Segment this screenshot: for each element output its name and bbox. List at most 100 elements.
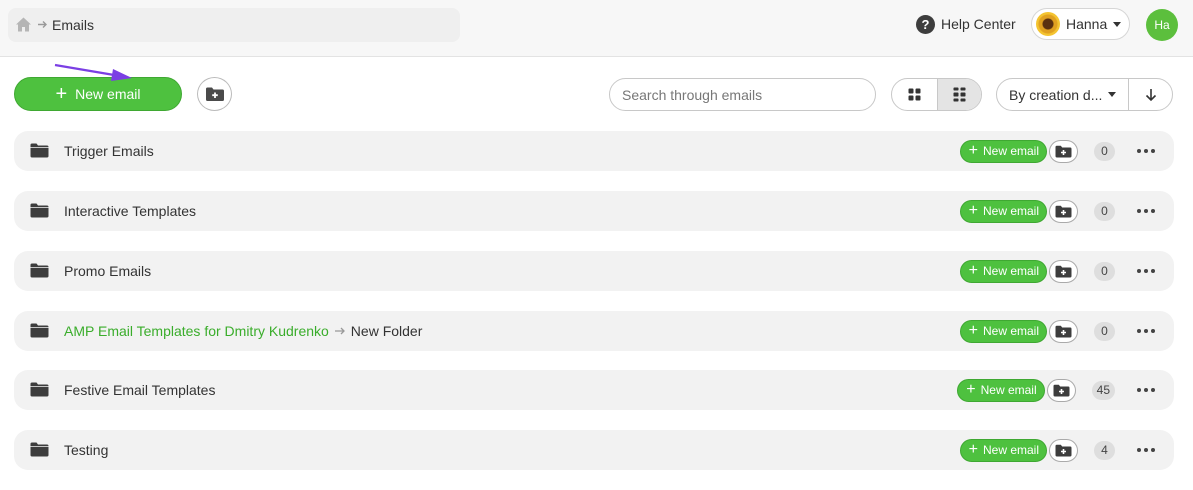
folder-new-email-label: New email [980, 383, 1037, 397]
email-count-badge: 0 [1094, 261, 1115, 281]
folder-new-email-button[interactable]: + New email [959, 319, 1047, 343]
folder-new-subfolder-button[interactable] [1049, 438, 1078, 462]
more-options-icon[interactable] [1137, 209, 1155, 213]
plus-icon: + [55, 83, 68, 105]
folder-new-subfolder-button[interactable] [1049, 319, 1078, 343]
folder-name: Promo Emails [64, 263, 152, 279]
folder-icon [30, 143, 49, 158]
folder-new-email-label: New email [982, 443, 1039, 457]
folder-row[interactable]: AMP Email Templates for Dmitry Kudrenko N… [14, 311, 1174, 351]
folder-name: New Folder [350, 323, 423, 339]
folder-actions: + New email 4 [959, 438, 1174, 462]
folder-name: Interactive Templates [64, 203, 197, 219]
folder-row[interactable]: Promo Emails + New email 0 [14, 251, 1174, 291]
folder-new-email-button[interactable]: + New email [959, 259, 1047, 283]
folder-row[interactable]: Interactive Templates + New email 0 [14, 191, 1174, 231]
folder-actions: + New email 0 [959, 259, 1174, 283]
folder-new-subfolder-button[interactable] [1049, 199, 1078, 223]
help-center-link[interactable]: ? Help Center [916, 14, 1016, 34]
plus-icon: + [968, 142, 978, 159]
sort-dropdown[interactable]: By creation d... [997, 79, 1128, 110]
annotation-arrow-icon [54, 63, 132, 81]
folder-new-email-button[interactable]: + New email [957, 378, 1045, 402]
avatar-initials: Ha [1154, 18, 1170, 32]
folder-new-subfolder-button[interactable] [1049, 259, 1078, 283]
grid-icon [908, 88, 921, 101]
help-center-label: Help Center [941, 16, 1016, 32]
top-bar: Emails ? Help Center Hanna Ha [0, 0, 1193, 57]
question-icon: ? [916, 14, 935, 34]
folder-new-email-button[interactable]: + New email [959, 438, 1047, 462]
plus-icon: + [968, 202, 978, 219]
folder-row[interactable]: Testing + New email 4 [14, 430, 1174, 470]
user-photo [1036, 12, 1060, 36]
user-name: Hanna [1066, 16, 1108, 32]
email-count-badge: 0 [1094, 141, 1115, 161]
folder-new-subfolder-button[interactable] [1049, 139, 1078, 163]
folder-plus-icon [1055, 145, 1072, 157]
email-count-badge: 4 [1094, 440, 1115, 460]
chevron-down-icon [1113, 21, 1122, 27]
plus-icon: + [966, 381, 976, 398]
breadcrumb-arrow-icon [38, 21, 47, 28]
folder-title[interactable]: Testing [64, 442, 108, 458]
plus-icon: + [968, 441, 978, 458]
sort-control: By creation d... [996, 78, 1173, 111]
folder-row[interactable]: Festive Email Templates + New email 45 [14, 370, 1174, 410]
folder-name: Testing [64, 442, 109, 458]
folder-title[interactable]: Festive Email Templates [64, 382, 215, 398]
email-count-badge: 45 [1091, 380, 1115, 400]
plus-icon: + [968, 262, 978, 279]
folder-new-email-label: New email [982, 144, 1039, 158]
folder-icon [30, 263, 49, 278]
breadcrumb-arrow-icon [334, 327, 345, 335]
sort-label: By creation d... [1009, 86, 1103, 103]
folder-actions: + New email 0 [959, 319, 1174, 343]
folder-icon [30, 382, 49, 397]
folder-plus-icon [1055, 205, 1072, 217]
folder-plus-icon [1055, 325, 1072, 337]
grid-view-button[interactable] [892, 79, 937, 110]
folder-new-email-label: New email [982, 204, 1039, 218]
folder-new-email-button[interactable]: + New email [959, 139, 1047, 163]
arrow-down-icon [1145, 88, 1156, 101]
folder-plus-icon [205, 87, 224, 101]
folder-new-email-label: New email [982, 324, 1039, 338]
folder-icon [30, 442, 49, 457]
folder-plus-icon [1055, 444, 1072, 456]
list-grid-view-button[interactable] [936, 79, 981, 110]
folder-plus-icon [1053, 384, 1070, 396]
folder-title[interactable]: AMP Email Templates for Dmitry Kudrenko N… [64, 323, 422, 339]
email-count-badge: 0 [1094, 201, 1115, 221]
folder-actions: + New email 45 [957, 378, 1174, 402]
more-options-icon[interactable] [1137, 448, 1155, 452]
more-options-icon[interactable] [1137, 388, 1155, 392]
home-icon[interactable] [15, 16, 32, 33]
folder-title[interactable]: Promo Emails [64, 263, 151, 279]
plus-icon: + [968, 322, 978, 339]
more-options-icon[interactable] [1137, 269, 1155, 273]
folder-row[interactable]: Trigger Emails + New email 0 [14, 131, 1174, 171]
new-folder-button[interactable] [197, 77, 232, 111]
more-options-icon[interactable] [1137, 149, 1155, 153]
folder-actions: + New email 0 [959, 139, 1174, 163]
folder-name: Trigger Emails [64, 143, 154, 159]
folder-new-email-label: New email [982, 264, 1039, 278]
folder-title[interactable]: Trigger Emails [64, 143, 154, 159]
sort-direction-button[interactable] [1128, 79, 1172, 110]
avatar[interactable]: Ha [1146, 9, 1178, 41]
more-options-icon[interactable] [1137, 329, 1155, 333]
chevron-down-icon [1108, 92, 1117, 97]
search-input[interactable] [609, 78, 876, 111]
folder-new-subfolder-button[interactable] [1046, 378, 1076, 402]
user-menu[interactable]: Hanna [1031, 8, 1130, 40]
folder-actions: + New email 0 [959, 199, 1174, 223]
folder-name: Festive Email Templates [64, 382, 216, 398]
folder-plus-icon [1055, 265, 1072, 277]
list-grid-icon [953, 87, 966, 102]
folder-new-email-button[interactable]: + New email [959, 199, 1047, 223]
folder-icon [30, 203, 49, 218]
folder-parent-link[interactable]: AMP Email Templates for Dmitry Kudrenko [64, 323, 329, 339]
folder-title[interactable]: Interactive Templates [64, 203, 196, 219]
email-count-badge: 0 [1094, 321, 1115, 341]
